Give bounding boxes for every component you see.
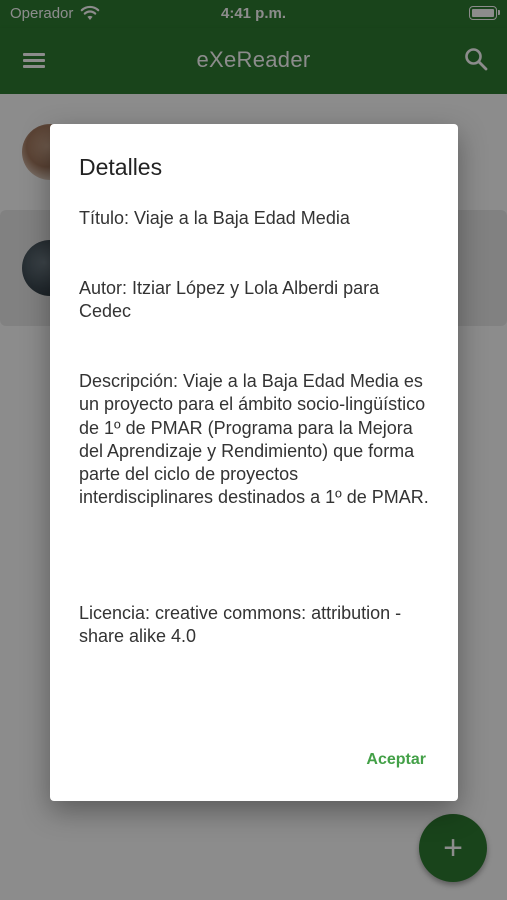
book-title: Título: Viaje a la Baja Edad Media xyxy=(79,208,350,228)
accept-button[interactable]: Aceptar xyxy=(366,751,426,769)
details-dialog: Detalles Título: Viaje a la Baja Edad Me… xyxy=(50,124,458,801)
book-description: Descripción: Viaje a la Baja Edad Media … xyxy=(79,371,429,508)
book-license: Licencia: creative commons: attribution … xyxy=(79,603,402,647)
dialog-title: Detalles xyxy=(79,154,163,180)
book-author: Autor: Itziar López y Lola Alberdi para … xyxy=(79,278,380,322)
